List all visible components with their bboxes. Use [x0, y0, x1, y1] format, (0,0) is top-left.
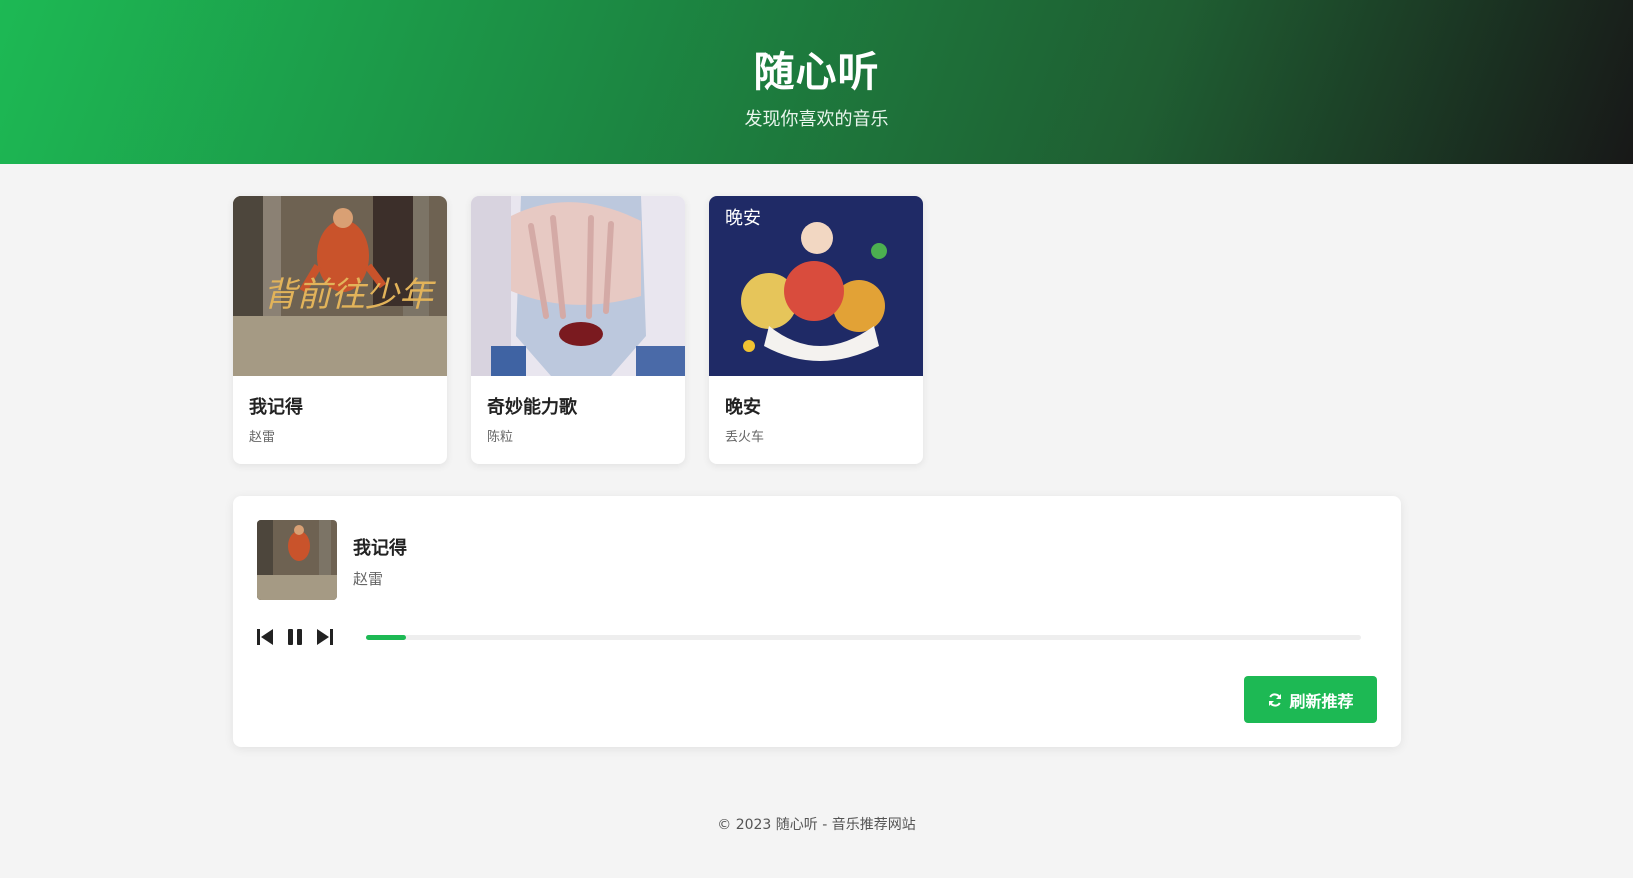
previous-icon[interactable] — [255, 626, 275, 648]
album-cover-1: 背前往少年 — [233, 196, 447, 376]
footer-text: © 2023 随心听 - 音乐推荐网站 — [717, 817, 916, 833]
song-title: 奇妙能力歌 — [487, 397, 577, 418]
now-playing-title: 我记得 — [353, 538, 407, 559]
refresh-label: 刷新推荐 — [1289, 691, 1354, 711]
progress-bar[interactable] — [366, 635, 1361, 640]
album-cover-2 — [471, 196, 685, 376]
music-player: 我记得 赵雷 刷新推荐 — [233, 496, 1401, 747]
pause-icon[interactable] — [285, 626, 305, 648]
next-icon[interactable] — [315, 626, 335, 648]
song-card-grid: 背前往少年 我记得 赵雷 奇妙能力歌 陈粒 晚安 晚安 丢火车 — [233, 196, 933, 464]
album-cover-3: 晚安 — [709, 196, 923, 376]
song-card[interactable]: 晚安 晚安 丢火车 — [709, 196, 923, 464]
song-artist: 陈粒 — [487, 430, 514, 445]
svg-text:背前往少年: 背前往少年 — [263, 277, 436, 314]
song-title: 我记得 — [249, 397, 303, 418]
refresh-button[interactable]: 刷新推荐 — [1244, 676, 1377, 723]
refresh-icon — [1269, 692, 1282, 707]
song-card[interactable]: 背前往少年 我记得 赵雷 — [233, 196, 447, 464]
song-artist: 丢火车 — [725, 430, 765, 445]
site-subtitle: 发现你喜欢的音乐 — [744, 109, 889, 130]
site-header: 随心听 发现你喜欢的音乐 — [0, 0, 1633, 164]
progress-fill — [366, 635, 406, 640]
now-playing-cover — [257, 520, 337, 600]
svg-text:晚安: 晚安 — [725, 208, 761, 229]
song-title: 晚安 — [725, 397, 761, 418]
song-card[interactable]: 奇妙能力歌 陈粒 — [471, 196, 685, 464]
now-playing-artist: 赵雷 — [353, 570, 384, 588]
site-title: 随心听 — [753, 48, 880, 96]
song-artist: 赵雷 — [249, 430, 276, 445]
